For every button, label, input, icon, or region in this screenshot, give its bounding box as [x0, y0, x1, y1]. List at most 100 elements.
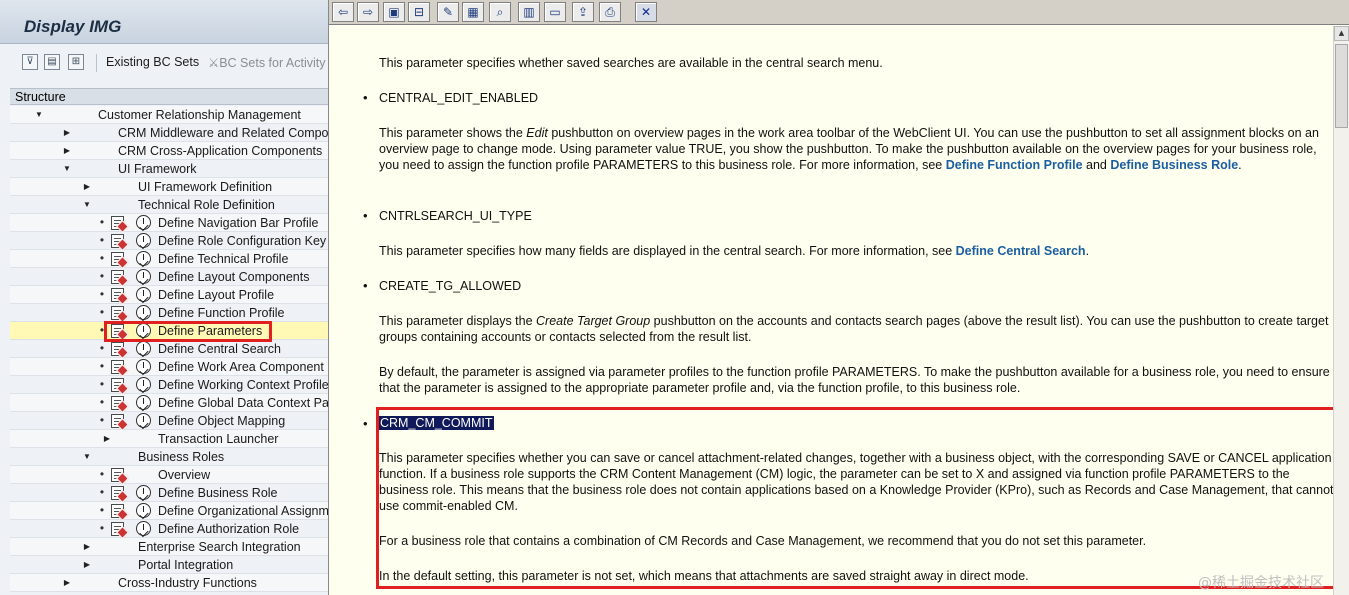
execute-activity-icon[interactable]: [136, 395, 151, 410]
doc-icon[interactable]: ▤: [44, 54, 60, 70]
execute-activity-icon[interactable]: [136, 503, 151, 518]
book-icon[interactable]: ▣: [383, 2, 405, 22]
tree-node-label: Define Authorization Role: [158, 522, 300, 536]
documentation-icon[interactable]: [111, 468, 124, 482]
link-define-function-profile[interactable]: Define Function Profile: [946, 158, 1083, 172]
documentation-icon[interactable]: [111, 360, 124, 374]
scroll-thumb[interactable]: [1335, 44, 1348, 128]
tree-node[interactable]: ▶ CRM Cross-Application Components: [10, 142, 328, 160]
tree-node[interactable]: ▶ UI Framework Definition: [10, 178, 328, 196]
documentation-icon[interactable]: [111, 522, 124, 536]
tree-node-label: Transaction Launcher: [158, 432, 279, 446]
documentation-icon[interactable]: [111, 414, 124, 428]
vertical-scrollbar[interactable]: ▲: [1333, 26, 1349, 595]
tree-node[interactable]: ▼ Business Roles: [10, 448, 328, 466]
documentation-icon[interactable]: [111, 486, 124, 500]
link-define-business-role[interactable]: Define Business Role: [1110, 158, 1238, 172]
execute-activity-icon[interactable]: [136, 359, 151, 374]
scroll-up-icon[interactable]: ▲: [1334, 26, 1349, 41]
documentation-icon[interactable]: [111, 504, 124, 518]
tree-node[interactable]: ▶ Transaction Launcher: [10, 430, 328, 448]
documentation-icon[interactable]: [111, 342, 124, 356]
existing-bc-sets-button[interactable]: Existing BC Sets: [106, 55, 199, 69]
tree-node[interactable]: • Define Global Data Context Parameters: [10, 394, 328, 412]
expand-node-icon[interactable]: ▶: [102, 430, 112, 448]
tree-node[interactable]: • Overview: [10, 466, 328, 484]
documentation-icon[interactable]: [111, 216, 124, 230]
tree-node[interactable]: • Define Central Search: [10, 340, 328, 358]
documentation-icon[interactable]: [111, 378, 124, 392]
tree-node-label: Define Layout Components: [158, 270, 310, 284]
tree-node[interactable]: • Define Working Context Profile: [10, 376, 328, 394]
tree-node[interactable]: ▶ Portal Integration: [10, 556, 328, 574]
execute-activity-icon[interactable]: [136, 485, 151, 500]
documentation-icon[interactable]: [111, 252, 124, 266]
close-icon[interactable]: ✕: [635, 2, 657, 22]
execute-activity-icon[interactable]: [136, 269, 151, 284]
edit-icon[interactable]: ✎: [437, 2, 459, 22]
highlight-box-crm-cm-commit: [376, 407, 1334, 589]
bullet: •: [363, 416, 368, 431]
tree-node-label: Enterprise Search Integration: [138, 540, 301, 554]
tree-node[interactable]: • Define Navigation Bar Profile: [10, 214, 328, 232]
where-used-icon[interactable]: ⊞: [68, 54, 84, 70]
print-icon[interactable]: ⎙: [599, 2, 621, 22]
tree-node[interactable]: • Define Role Configuration Key: [10, 232, 328, 250]
forward-icon[interactable]: ⇨: [357, 2, 379, 22]
collapse-node-icon[interactable]: ▼: [62, 160, 72, 178]
documentation-icon[interactable]: [111, 396, 124, 410]
documentation-icon[interactable]: [111, 288, 124, 302]
structure-header: Structure: [10, 88, 328, 105]
find-icon[interactable]: ⌕: [489, 2, 511, 22]
expand-node-icon[interactable]: ▶: [82, 556, 92, 574]
tree-node[interactable]: ▼ Customer Relationship Management: [10, 106, 328, 124]
tree-node[interactable]: • Define Work Area Component: [10, 358, 328, 376]
documentation-icon[interactable]: [111, 234, 124, 248]
export-icon[interactable]: ⇪: [572, 2, 594, 22]
execute-activity-icon[interactable]: [136, 341, 151, 356]
execute-activity-icon[interactable]: [136, 305, 151, 320]
bc-sets-activity-button[interactable]: ⚔BC Sets for Activity: [208, 55, 326, 70]
expand-node-icon[interactable]: ▶: [82, 178, 92, 196]
expand-all-icon[interactable]: ⊽: [22, 54, 38, 70]
expand-node-icon[interactable]: ▶: [62, 142, 72, 160]
execute-activity-icon[interactable]: [136, 377, 151, 392]
tree-node-label: Define Role Configuration Key: [158, 234, 327, 248]
collapse-node-icon[interactable]: ▼: [82, 448, 92, 466]
tree-node[interactable]: • Define Technical Profile: [10, 250, 328, 268]
tree-node[interactable]: ▶ Enterprise Search Integration: [10, 538, 328, 556]
tree-node[interactable]: • Define Organizational Assignment: [10, 502, 328, 520]
tree-node[interactable]: ▶ CRM Middleware and Related Components: [10, 124, 328, 142]
expand-node-icon[interactable]: ▶: [82, 538, 92, 556]
notes-icon[interactable]: ▦: [462, 2, 484, 22]
tree-node-label: Define Function Profile: [158, 306, 285, 320]
tree-node[interactable]: • Define Layout Components: [10, 268, 328, 286]
structure-icon[interactable]: ⊟: [408, 2, 430, 22]
documentation-icon[interactable]: [111, 270, 124, 284]
leaf-bullet: •: [99, 503, 105, 517]
execute-activity-icon[interactable]: [136, 521, 151, 536]
execute-activity-icon[interactable]: [136, 233, 151, 248]
expand-node-icon[interactable]: ▶: [62, 124, 72, 142]
tree-node[interactable]: • Define Business Role: [10, 484, 328, 502]
tree-node[interactable]: • Define Function Profile: [10, 304, 328, 322]
execute-activity-icon[interactable]: [136, 251, 151, 266]
tree-node[interactable]: ▼ UI Framework: [10, 160, 328, 178]
execute-activity-icon[interactable]: [136, 215, 151, 230]
tree-node[interactable]: • Define Authorization Role: [10, 520, 328, 538]
link-define-central-search[interactable]: Define Central Search: [956, 244, 1086, 258]
back-icon[interactable]: ⇦: [332, 2, 354, 22]
tree-node[interactable]: • Define Layout Profile: [10, 286, 328, 304]
execute-activity-icon[interactable]: [136, 413, 151, 428]
tree-node-label: Define Working Context Profile: [158, 378, 328, 392]
tree-node[interactable]: ▼ Technical Role Definition: [10, 196, 328, 214]
tree-node[interactable]: ▶ Cross-Industry Functions: [10, 574, 328, 592]
documentation-icon[interactable]: [111, 306, 124, 320]
execute-activity-icon[interactable]: [136, 287, 151, 302]
collapse-node-icon[interactable]: ▼: [34, 106, 44, 124]
expand-node-icon[interactable]: ▶: [62, 574, 72, 592]
window-icon[interactable]: ▭: [544, 2, 566, 22]
tree-node[interactable]: • Define Object Mapping: [10, 412, 328, 430]
table-icon[interactable]: ▥: [518, 2, 540, 22]
collapse-node-icon[interactable]: ▼: [82, 196, 92, 214]
